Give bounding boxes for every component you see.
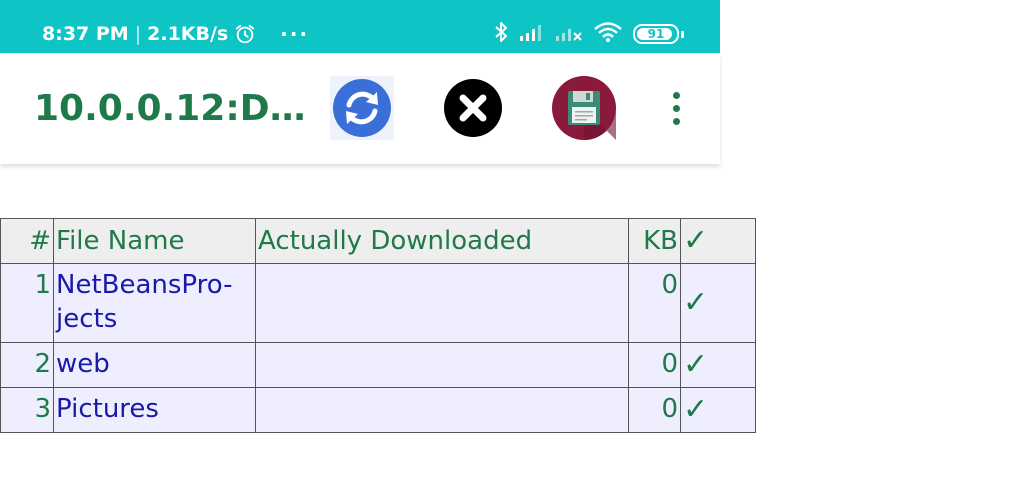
row-kb: 0	[628, 263, 681, 343]
wifi-icon	[593, 21, 623, 47]
status-time: 8:37 PM	[42, 23, 129, 45]
table-row[interactable]: 3 Pictures 0 ✓	[0, 387, 756, 433]
battery-icon: 91	[633, 24, 679, 44]
header-num: #	[0, 218, 54, 264]
status-speed: 2.1KB/s	[147, 23, 229, 45]
battery-nub	[681, 30, 684, 38]
battery-percent: 91	[647, 27, 665, 41]
row-num: 2	[0, 342, 54, 388]
more-vert-icon-dot	[672, 117, 680, 125]
row-file-name[interactable]: NetBeansPro-jects	[53, 263, 256, 343]
row-file-name[interactable]: web	[53, 342, 256, 388]
more-vert-icon-dot	[672, 104, 680, 112]
status-more-dots: ···	[280, 22, 310, 46]
signal-icon	[519, 22, 545, 46]
row-file-name[interactable]: Pictures	[53, 387, 256, 433]
save-icon	[552, 76, 616, 140]
file-table: # File Name Actually Downloaded KB ✓ 1 N…	[0, 218, 756, 433]
header-actually-downloaded: Actually Downloaded	[255, 218, 629, 264]
row-num: 1	[0, 263, 54, 343]
bluetooth-icon	[493, 20, 509, 48]
app-bar: 10.0.0.12:D…	[0, 53, 720, 164]
close-icon	[444, 79, 502, 137]
save-button[interactable]	[552, 76, 616, 140]
row-downloaded	[255, 387, 629, 433]
row-kb: 0	[628, 387, 681, 433]
status-bar: 8:37 PM | 2.1KB/s ··· 91	[0, 0, 720, 53]
row-kb: 0	[628, 342, 681, 388]
header-kb: KB	[628, 218, 681, 264]
page-title: 10.0.0.12:D…	[34, 88, 306, 129]
row-check[interactable]: ✓	[680, 387, 756, 433]
status-separator: |	[134, 23, 142, 45]
refresh-button[interactable]	[330, 76, 394, 140]
signal-no-service-icon	[555, 22, 583, 46]
header-check[interactable]: ✓	[680, 218, 756, 264]
table-row[interactable]: 1 NetBeansPro-jects 0 ✓	[0, 263, 756, 343]
more-vert-icon-dot	[672, 91, 680, 99]
table-header-row: # File Name Actually Downloaded KB ✓	[0, 218, 756, 264]
row-check[interactable]: ✓	[680, 342, 756, 388]
row-num: 3	[0, 387, 54, 433]
phone-screen: 8:37 PM | 2.1KB/s ··· 91 10.0.0.12:D… # …	[0, 0, 756, 500]
alarm-icon	[234, 23, 256, 45]
row-check[interactable]: ✓	[680, 263, 756, 343]
stop-button[interactable]	[441, 76, 505, 140]
table-row[interactable]: 2 web 0 ✓	[0, 342, 756, 388]
row-downloaded	[255, 342, 629, 388]
row-downloaded	[255, 263, 629, 343]
header-file-name: File Name	[53, 218, 256, 264]
more-options-button[interactable]	[660, 83, 692, 133]
refresh-icon	[333, 79, 391, 137]
